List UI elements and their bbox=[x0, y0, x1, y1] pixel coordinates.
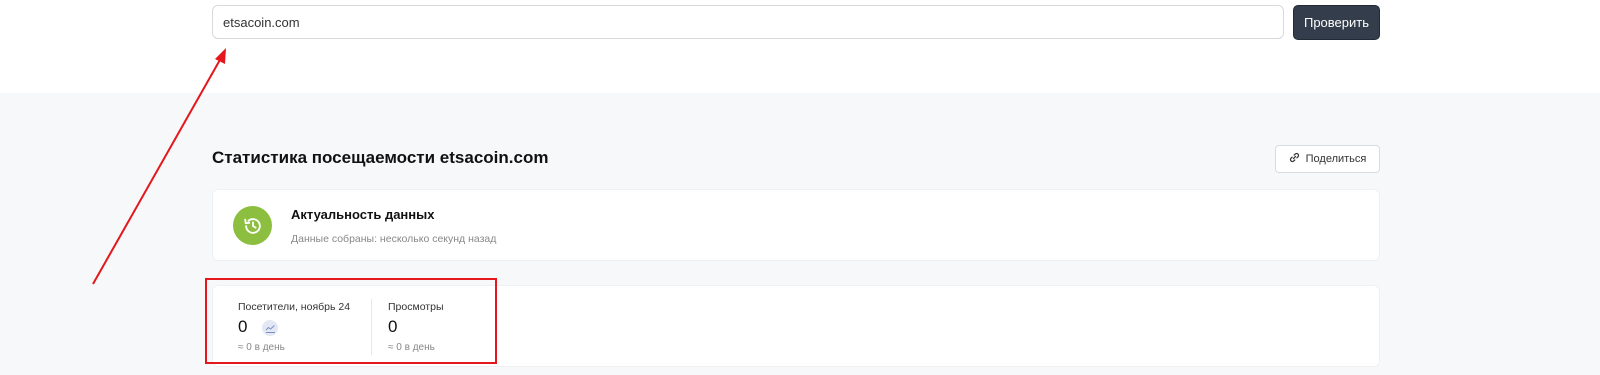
data-freshness-card: Актуальность данных Данные собраны: неск… bbox=[212, 189, 1380, 261]
share-button[interactable]: Поделиться bbox=[1275, 145, 1380, 173]
views-stat: Просмотры 0 ≈ 0 в день bbox=[388, 286, 528, 368]
stat-divider bbox=[371, 299, 372, 355]
domain-search-input[interactable] bbox=[212, 5, 1284, 39]
check-button[interactable]: Проверить bbox=[1293, 5, 1380, 40]
page: Проверить Статистика посещаемости etsaco… bbox=[0, 0, 1600, 375]
share-button-label: Поделиться bbox=[1305, 153, 1367, 165]
link-icon bbox=[1289, 152, 1300, 166]
visitors-label: Посетители, ноябрь 24 bbox=[238, 301, 351, 313]
traffic-stats-card: Посетители, ноябрь 24 0 ≈ 0 в день Просм… bbox=[212, 285, 1380, 367]
search-bar: Проверить bbox=[0, 0, 1600, 93]
visitors-per-day: ≈ 0 в день bbox=[238, 342, 285, 353]
visitors-value: 0 bbox=[238, 317, 248, 336]
views-label: Просмотры bbox=[388, 301, 444, 313]
views-value: 0 bbox=[388, 317, 398, 336]
views-per-day: ≈ 0 в день bbox=[388, 342, 435, 353]
history-clock-icon bbox=[233, 206, 272, 245]
freshness-timestamp: Данные собраны: несколько секунд назад bbox=[291, 233, 497, 245]
page-title: Статистика посещаемости etsacoin.com bbox=[212, 148, 549, 167]
statistics-section: Статистика посещаемости etsacoin.com Под… bbox=[0, 93, 1600, 375]
visitors-stat: Посетители, ноябрь 24 0 ≈ 0 в день bbox=[238, 286, 378, 368]
freshness-title: Актуальность данных bbox=[291, 207, 435, 222]
chart-icon[interactable] bbox=[262, 320, 278, 336]
